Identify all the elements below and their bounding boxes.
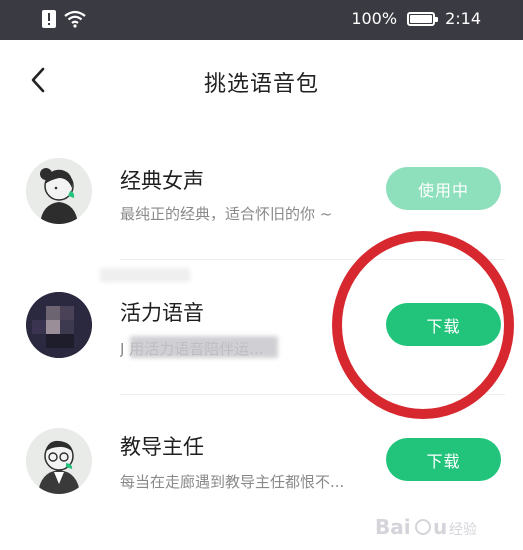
blurred-text [130, 336, 278, 358]
voice-pack-description: 最纯正的经典，适合怀旧的你 ~ [120, 205, 333, 223]
svg-text:Bai: Bai [375, 515, 411, 539]
status-left [42, 10, 86, 32]
header: 挑选语音包 [0, 40, 523, 125]
battery-icon [407, 11, 439, 26]
page-title: 挑选语音包 [203, 72, 319, 97]
avatar [26, 292, 92, 358]
list-item-voice-pack[interactable]: 教导主任 每当在走廊遇到教导主任都恨不... 下载 [0, 395, 523, 530]
status-bar: 100% 2:14 [0, 0, 523, 40]
voice-pack-name: 教导主任 [120, 435, 204, 459]
svg-text:经验: 经验 [449, 522, 477, 538]
list-item-voice-pack[interactable]: 经典女声 最纯正的经典，适合怀旧的你 ~ 使用中 [0, 125, 523, 260]
svg-text:u: u [433, 515, 447, 539]
download-button[interactable]: 下载 [386, 438, 501, 481]
status-right: 100% 2:14 [351, 9, 481, 28]
baidu-watermark: Bai u 经验 [375, 512, 495, 542]
battery-percent: 100% [351, 9, 398, 28]
notification-icon [42, 10, 56, 32]
blurred-area [100, 268, 190, 282]
download-button[interactable]: 下载 [386, 303, 501, 346]
voice-pack-description: 每当在走廊遇到教导主任都恨不... [120, 473, 345, 491]
wifi-icon [64, 10, 86, 32]
avatar [26, 158, 92, 224]
clock: 2:14 [445, 9, 481, 28]
in-use-button[interactable]: 使用中 [386, 167, 501, 210]
list-item-voice-pack[interactable]: 活力语音 J 用活力语音陪伴运... 下载 [0, 260, 523, 395]
voice-pack-name: 经典女声 [120, 169, 204, 193]
avatar [26, 428, 92, 494]
voice-pack-name: 活力语音 [120, 301, 204, 325]
